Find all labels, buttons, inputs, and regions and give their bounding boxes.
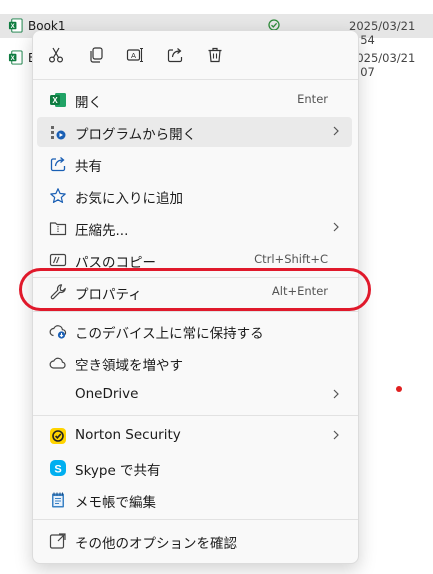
quick-action-bar: A — [33, 31, 358, 79]
delete-icon — [208, 47, 222, 63]
share-icon — [167, 48, 183, 63]
norton-icon — [49, 427, 67, 445]
svg-text:X: X — [11, 23, 15, 30]
rename-button[interactable]: A — [121, 41, 149, 69]
svg-text:X: X — [11, 55, 15, 62]
excel-file-icon: X — [8, 50, 23, 65]
menu-item-share[interactable]: 共有 — [37, 149, 352, 179]
cloud-pin-icon — [49, 322, 67, 340]
file-date: 2025/03/21 6:54 — [349, 19, 416, 47]
copy-button[interactable] — [82, 41, 110, 69]
share-button[interactable] — [161, 41, 189, 69]
menu-item-label: Norton Security — [75, 427, 181, 443]
menu-item-label: お気に入りに追加 — [75, 191, 183, 207]
menu-item-label: このデバイス上に常に保持する — [75, 326, 264, 342]
svg-text:X: X — [52, 96, 58, 105]
delete-button[interactable] — [201, 41, 229, 69]
menu-item-show-more-options[interactable]: その他のオプションを確認 — [37, 526, 352, 556]
menu-item-compress-to[interactable]: 圧縮先... — [37, 213, 352, 243]
highlight-ring — [19, 268, 371, 311]
menu-item-always-keep[interactable]: このデバイス上に常に保持する — [37, 316, 352, 346]
zip-folder-icon — [49, 219, 67, 237]
excel-file-icon: X — [8, 18, 23, 33]
menu-item-edit-notepad[interactable]: メモ帳で編集 — [37, 485, 352, 515]
menu-item-label: その他のオプションを確認 — [75, 536, 237, 552]
svg-text:A: A — [131, 51, 136, 60]
menu-item-onedrive[interactable]: OneDrive — [37, 380, 352, 410]
menu-divider — [33, 311, 358, 312]
shortcut-text: Enter — [297, 92, 328, 106]
copy-path-icon — [49, 251, 67, 269]
menu-item-share-skype[interactable]: S Skype で共有 — [37, 453, 352, 483]
more-options-icon — [49, 532, 67, 550]
shortcut-text: Ctrl+Shift+C — [254, 252, 328, 266]
chevron-right-icon — [333, 389, 339, 399]
chevron-right-icon — [333, 222, 339, 232]
notepad-icon — [49, 491, 67, 509]
menu-item-label: メモ帳で編集 — [75, 495, 156, 511]
menu-item-open[interactable]: X 開く Enter — [37, 85, 352, 115]
svg-text:S: S — [54, 464, 61, 476]
menu-divider — [33, 79, 358, 80]
menu-item-label: Skype で共有 — [75, 463, 161, 479]
red-dot-mark — [396, 386, 402, 392]
cut-icon — [48, 47, 64, 63]
menu-item-norton-security[interactable]: Norton Security — [37, 421, 352, 451]
star-icon — [49, 187, 67, 205]
copy-icon — [90, 47, 103, 63]
chevron-right-icon — [333, 126, 339, 136]
menu-item-add-favorites[interactable]: お気に入りに追加 — [37, 181, 352, 211]
menu-item-free-up-space[interactable]: 空き領域を増やす — [37, 348, 352, 378]
skype-icon: S — [49, 459, 67, 477]
menu-item-label: 空き領域を増やす — [75, 358, 183, 374]
open-with-icon — [49, 123, 67, 141]
menu-item-label: 共有 — [75, 159, 102, 175]
menu-divider — [33, 415, 358, 416]
menu-item-label: 開く — [75, 95, 102, 111]
cut-button[interactable] — [42, 41, 70, 69]
menu-item-open-with[interactable]: プログラムから開く — [37, 117, 352, 147]
rename-icon: A — [126, 47, 143, 63]
share-icon — [49, 155, 67, 173]
menu-item-label: プログラムから開く — [75, 127, 197, 143]
menu-divider — [33, 519, 358, 520]
file-date: 2025/03/21 7:07 — [349, 51, 416, 79]
menu-item-label: OneDrive — [75, 386, 139, 402]
excel-icon: X — [49, 91, 67, 109]
menu-item-label: 圧縮先... — [75, 223, 129, 239]
chevron-right-icon — [333, 430, 339, 440]
cloud-icon — [49, 354, 67, 372]
